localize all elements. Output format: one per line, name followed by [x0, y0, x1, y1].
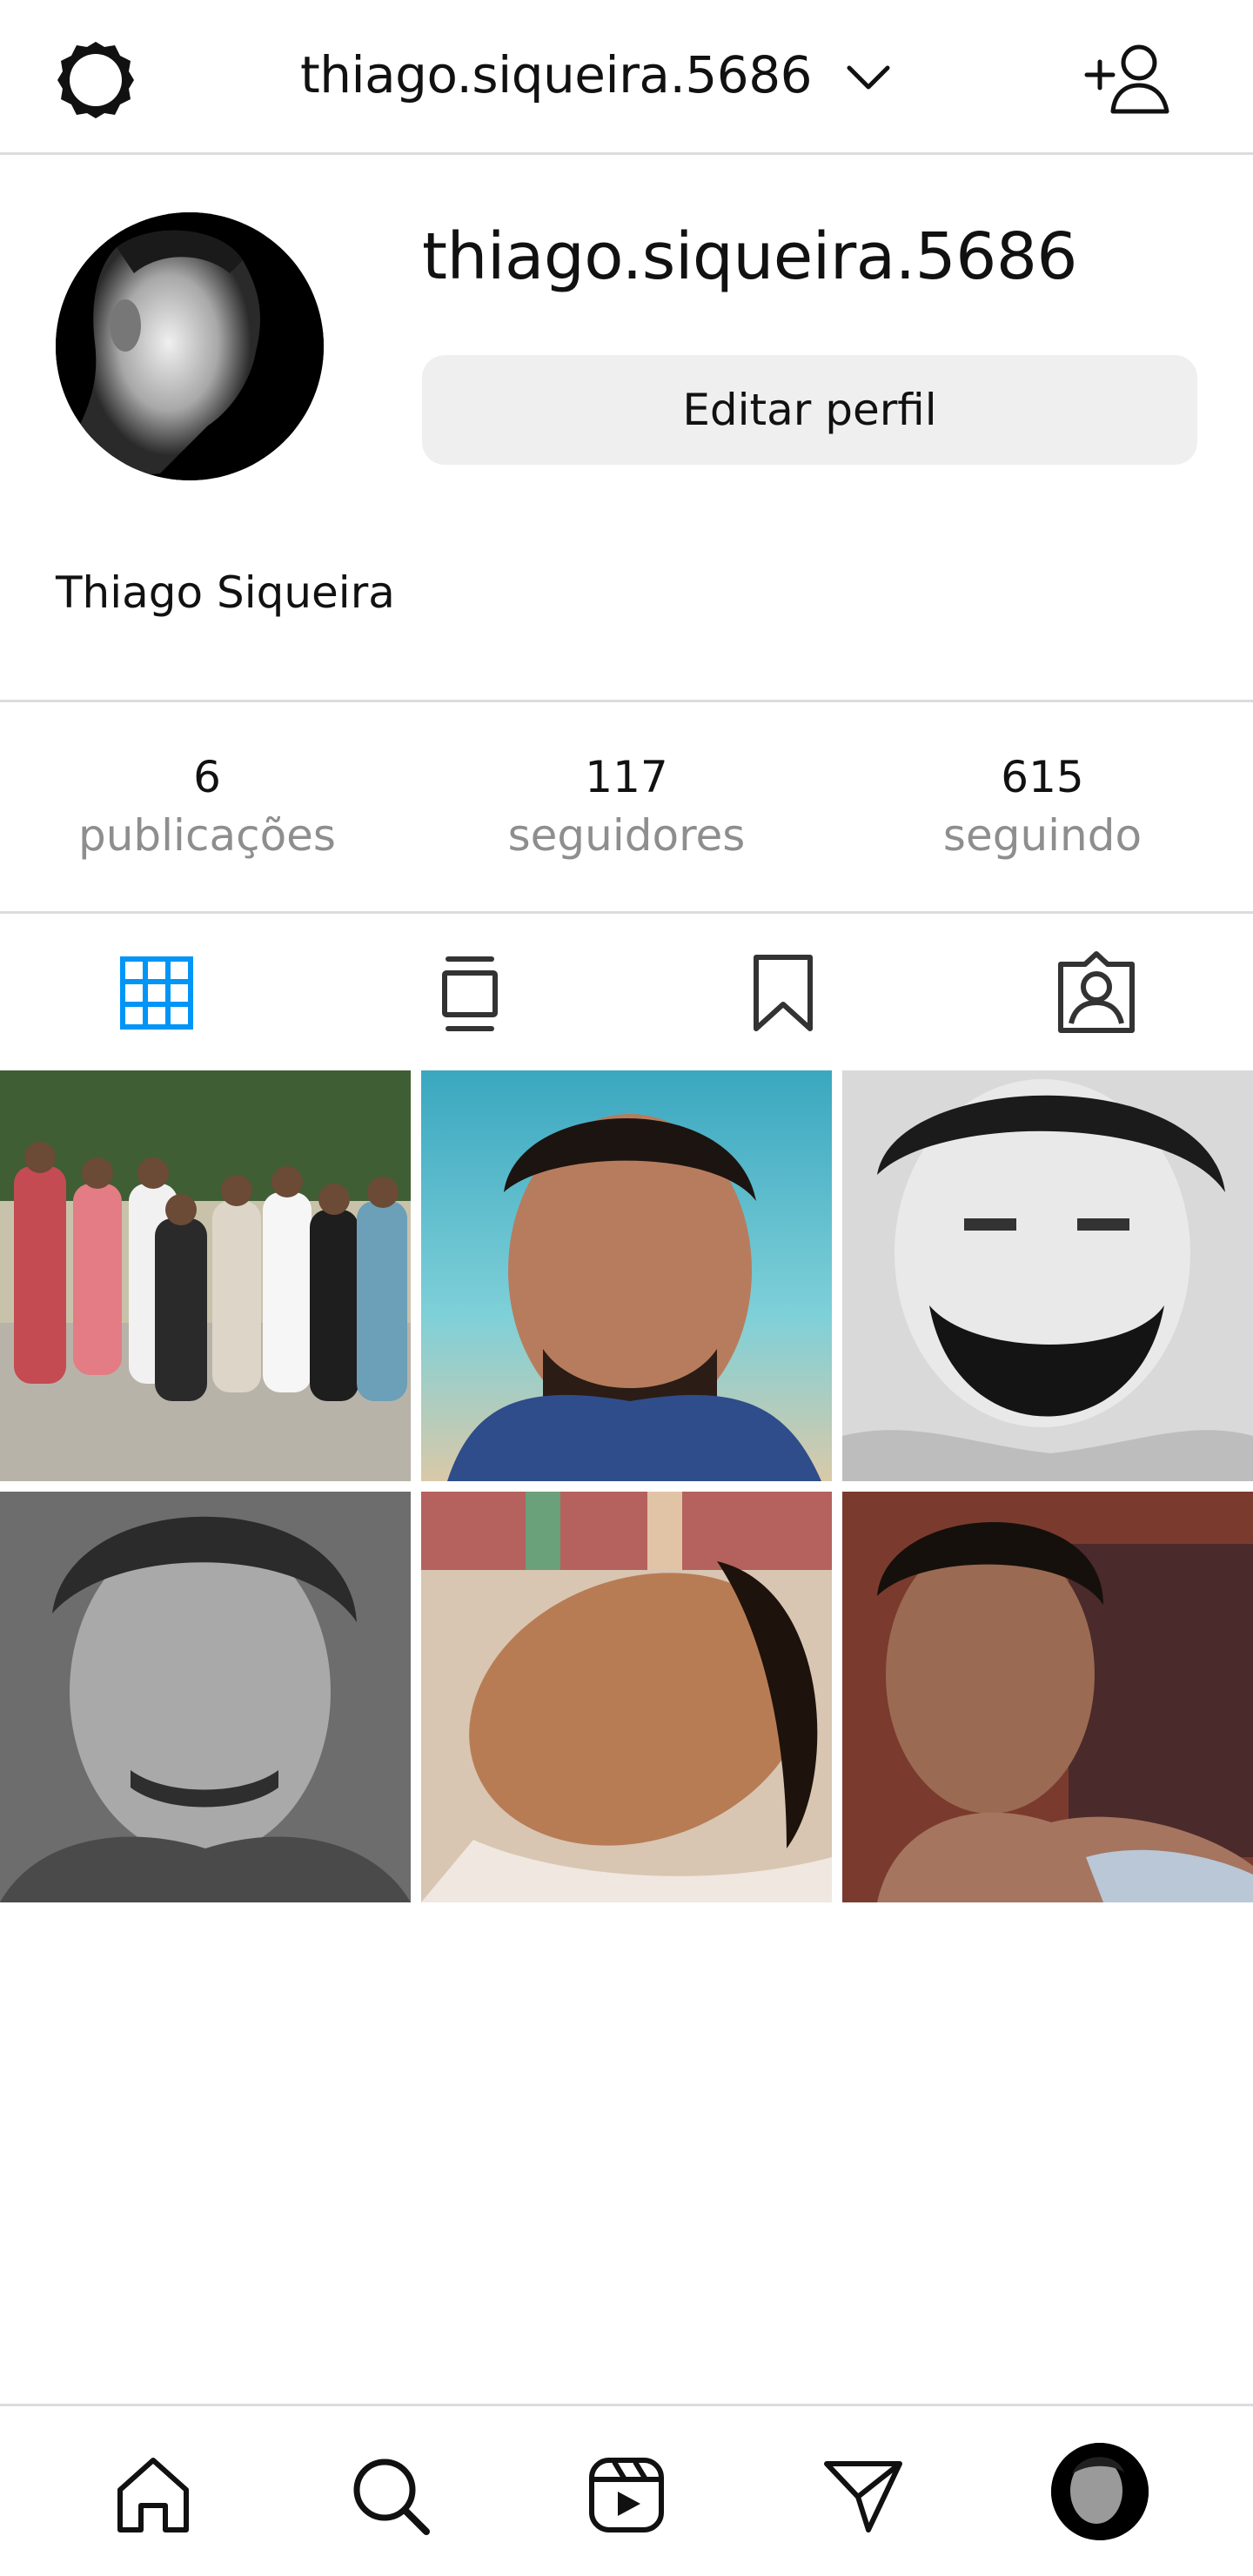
feed-icon[interactable]	[422, 945, 518, 1041]
tagged-person-icon[interactable]	[1049, 945, 1144, 1041]
profile-username: thiago.siqueira.5686	[422, 219, 1077, 294]
stat-label: seguidores	[507, 810, 746, 861]
account-username[interactable]: thiago.siqueira.5686	[300, 45, 813, 104]
chevron-down-icon[interactable]	[842, 52, 895, 104]
post-thumbnail-2[interactable]	[421, 1070, 832, 1481]
search-icon[interactable]	[346, 2452, 433, 2539]
posts-grid	[0, 1070, 1253, 1904]
add-user-icon[interactable]	[1083, 38, 1174, 117]
profile-stats: 6 publicações 117 seguidores 615 seguind…	[0, 700, 1253, 914]
post-thumbnail-6[interactable]	[842, 1492, 1253, 1902]
profile-avatar[interactable]	[1051, 2443, 1149, 2540]
profile-full-name: Thiago Siqueira	[56, 567, 395, 618]
settings-gear-icon[interactable]	[54, 38, 137, 122]
post-thumbnail-4[interactable]	[0, 1492, 411, 1902]
send-icon[interactable]	[820, 2452, 907, 2539]
home-icon[interactable]	[110, 2452, 197, 2539]
stat-value: 6	[193, 752, 221, 802]
post-thumbnail-3[interactable]	[842, 1070, 1253, 1481]
stat-label: seguindo	[942, 810, 1142, 861]
stat-value: 615	[1001, 752, 1084, 802]
posts-count[interactable]: 6 publicações	[16, 751, 399, 862]
top-bar: thiago.siqueira.5686	[0, 0, 1253, 155]
grid-icon[interactable]	[109, 945, 204, 1041]
profile-tabs	[0, 914, 1253, 1070]
bottom-navigation	[0, 2404, 1253, 2576]
stat-value: 117	[585, 752, 668, 802]
edit-profile-button[interactable]: Editar perfil	[422, 355, 1197, 465]
stat-label: publicações	[78, 810, 336, 861]
following-count[interactable]: 615 seguindo	[851, 751, 1234, 862]
bookmark-icon[interactable]	[735, 945, 831, 1041]
followers-count[interactable]: 117 seguidores	[435, 751, 818, 862]
profile-avatar[interactable]	[56, 212, 324, 480]
reels-icon[interactable]	[583, 2452, 670, 2539]
post-thumbnail-5[interactable]	[421, 1492, 832, 1902]
post-thumbnail-1[interactable]	[0, 1070, 411, 1481]
